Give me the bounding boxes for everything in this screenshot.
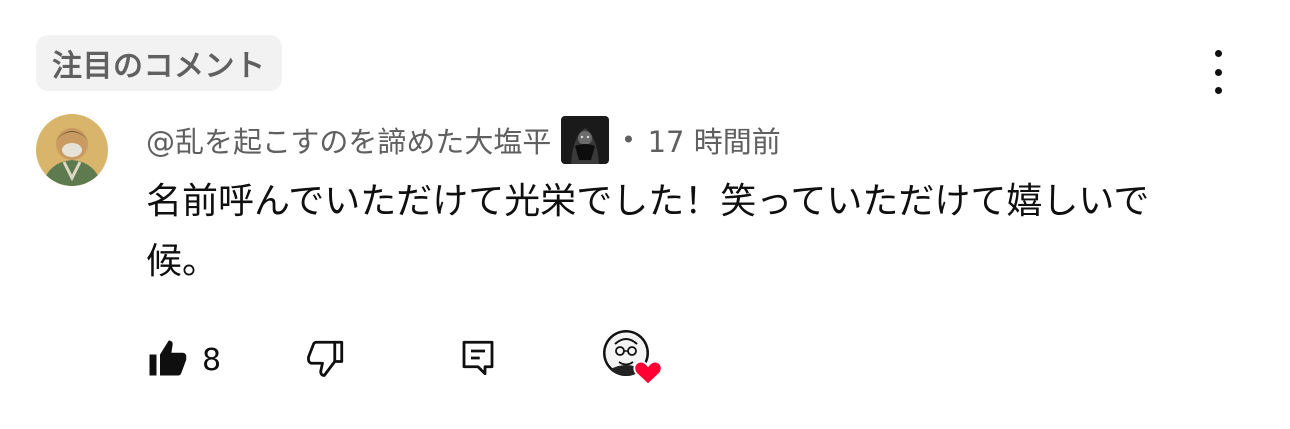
thumbs-down-icon bbox=[305, 337, 347, 383]
pinned-comments-badge: 注目のコメント bbox=[36, 35, 282, 91]
author-name[interactable]: @乱を起こすのを諦めた大塩平 bbox=[146, 119, 551, 161]
comment-text: 名前呼んでいただけて光栄でした！笑っていただけて嬉しいで候。 bbox=[146, 181, 1150, 282]
heart-icon bbox=[633, 358, 663, 390]
member-badge-image bbox=[561, 116, 610, 164]
reply-icon bbox=[457, 337, 499, 383]
creator-heart bbox=[603, 330, 663, 390]
comment-header: @乱を起こすのを諦めた大塩平 • 17 時間前 bbox=[146, 116, 781, 164]
badge-label: 注目のコメント bbox=[52, 49, 266, 84]
comment-time[interactable]: 17 時間前 bbox=[648, 119, 781, 161]
like-button[interactable]: 8 bbox=[146, 337, 221, 383]
thumbs-up-icon bbox=[146, 337, 188, 383]
more-vert-icon[interactable] bbox=[1200, 50, 1236, 94]
like-count: 8 bbox=[202, 342, 222, 378]
dislike-button[interactable] bbox=[305, 337, 347, 383]
header-separator: • bbox=[621, 126, 636, 154]
reply-button[interactable] bbox=[457, 337, 499, 383]
author-avatar[interactable] bbox=[36, 114, 108, 186]
comment-card: 注目のコメント @乱を起こすのを諦めた大塩平 • 17 時間前 名前呼んでいただ… bbox=[0, 0, 1290, 429]
comment-actions: 8 bbox=[146, 330, 663, 386]
